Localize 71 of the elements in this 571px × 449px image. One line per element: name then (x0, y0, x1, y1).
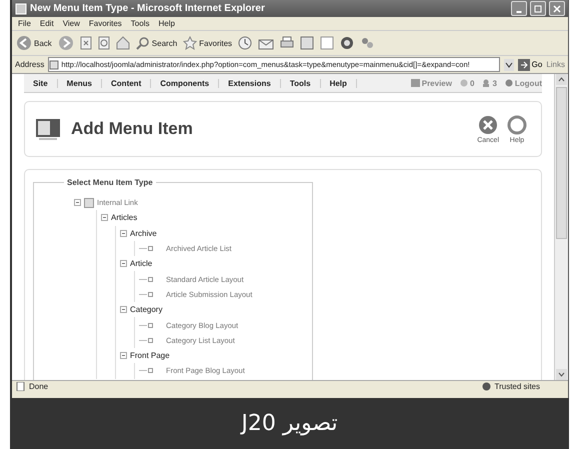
page-title: Add Menu Item (71, 119, 194, 139)
dropdown-icon[interactable] (504, 58, 514, 70)
toggle-icon[interactable] (120, 230, 127, 237)
links-button[interactable]: Links (546, 60, 565, 69)
home-icon[interactable] (116, 36, 130, 50)
close-button[interactable] (549, 1, 565, 16)
toggle-icon[interactable] (120, 306, 127, 314)
search-icon (136, 36, 150, 50)
arrow-icon (518, 58, 530, 70)
admin-menu-item[interactable]: Menus (58, 78, 102, 88)
menu-item[interactable]: Favorites (88, 19, 122, 28)
admin-menu-item[interactable]: Content (102, 78, 152, 88)
menu-item[interactable]: Tools (130, 19, 150, 28)
checkmark-icon (482, 382, 490, 390)
preview-icon (410, 79, 420, 87)
figure-caption: تصویر J20 (241, 411, 338, 436)
leaf-icon (139, 336, 153, 344)
leaf-icon (139, 367, 153, 374)
minimize-button[interactable] (511, 1, 527, 16)
admin-menu-item[interactable]: Extensions (219, 78, 281, 88)
stop-icon[interactable] (80, 36, 92, 50)
page-icon (49, 60, 60, 70)
leaf-icon (139, 322, 153, 329)
maximize-icon (534, 4, 542, 12)
menu-manager-icon (35, 117, 61, 141)
minimize-icon (516, 10, 522, 12)
toggle-icon[interactable] (101, 214, 108, 222)
tree-item[interactable]: Archive (130, 228, 157, 238)
window-title: New Menu Item Type - Microsoft Internet Explorer (30, 3, 266, 14)
address-label: Address (15, 60, 44, 69)
leaf-icon (139, 245, 153, 252)
logout-icon (504, 79, 513, 87)
search-button[interactable]: Search (136, 36, 178, 50)
scroll-down-icon[interactable] (556, 369, 567, 380)
go-button[interactable]: Go (518, 58, 542, 70)
admin-menu-item[interactable]: Components (151, 78, 220, 88)
toggle-icon[interactable] (120, 352, 127, 360)
help-icon (507, 114, 527, 134)
admin-menu-item[interactable]: Site (24, 78, 58, 88)
leaf-icon (139, 290, 153, 298)
favorites-button[interactable]: Favorites (183, 36, 232, 50)
fieldset-legend: Select Menu Item Type (64, 178, 156, 187)
tree-item[interactable]: Front Page (130, 351, 170, 360)
history-icon[interactable] (238, 36, 252, 50)
toggle-icon[interactable] (74, 199, 81, 206)
message-icon (460, 79, 468, 87)
menu-item[interactable]: File (18, 19, 31, 28)
admin-menu-item[interactable]: Help (320, 78, 357, 88)
security-zone: Trusted sites (494, 382, 540, 390)
user-icon (482, 79, 490, 87)
status-text: Done (29, 382, 48, 390)
back-button[interactable]: Back (16, 35, 52, 51)
folder-icon (84, 198, 94, 208)
menu-item[interactable]: Edit (40, 19, 54, 28)
close-icon (553, 4, 561, 12)
refresh-icon[interactable] (98, 36, 110, 50)
maximize-button[interactable] (530, 1, 546, 16)
tree-item[interactable]: Article (130, 259, 152, 268)
tree-item[interactable]: Articles (111, 213, 138, 222)
tree-item[interactable]: Category (130, 305, 162, 314)
leaf-icon (139, 276, 153, 283)
browser-icon (15, 2, 27, 14)
cancel-icon (478, 114, 498, 134)
forward-icon[interactable] (58, 35, 74, 51)
print-icon[interactable] (280, 36, 294, 50)
admin-menu-item[interactable]: Tools (280, 78, 321, 88)
scroll-up-icon[interactable] (556, 74, 567, 85)
toggle-icon[interactable] (120, 260, 127, 268)
menu-item[interactable]: View (62, 19, 80, 28)
menu-item[interactable]: Help (158, 19, 175, 28)
star-icon (183, 36, 198, 50)
